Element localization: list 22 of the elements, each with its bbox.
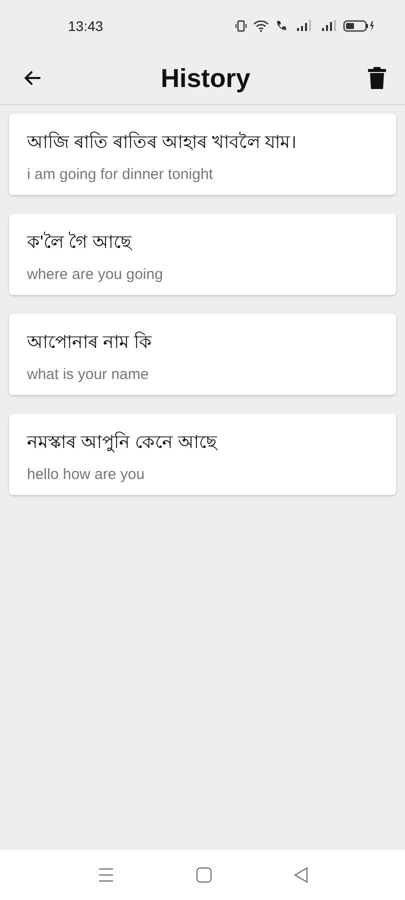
- battery-icon: [343, 20, 375, 32]
- source-text: আজি ৰাতি ৰাতিৰ আহাৰ খাবলৈ যাম।: [27, 130, 298, 154]
- translation-text: i am going for dinner tonight: [27, 166, 214, 183]
- back-icon[interactable]: [292, 865, 310, 885]
- history-card[interactable]: আজি ৰাতি ৰাতিৰ আহাৰ খাবলৈ যাম। i am going for dinner tonight: [9, 114, 396, 195]
- translation-text: hello how are you: [27, 466, 146, 483]
- status-time: 13:43: [68, 18, 104, 34]
- source-text: ক'লৈ গৈ আছে: [27, 230, 133, 254]
- vibrate-icon: [235, 20, 247, 32]
- trash-icon: [366, 66, 387, 90]
- translation-text: where are you going: [27, 266, 164, 283]
- source-text: নমস্কাৰ আপুনি কেনে আছে: [27, 430, 218, 454]
- source-text: আপোনাৰ নাম কি: [27, 330, 154, 354]
- signal-icon: [321, 20, 337, 32]
- call-icon: [275, 20, 289, 32]
- wifi-icon: [253, 20, 269, 32]
- history-card[interactable]: ক'লৈ গৈ আছে where are you going: [9, 214, 396, 295]
- translation-text: what is your name: [27, 366, 150, 383]
- history-card[interactable]: আপোনাৰ নাম কি what is your name: [9, 314, 396, 395]
- history-card[interactable]: নমস্কাৰ আপুনি কেনে আছে hello how are you: [9, 414, 396, 495]
- screen-title: History: [160, 62, 250, 94]
- home-icon[interactable]: [194, 865, 214, 885]
